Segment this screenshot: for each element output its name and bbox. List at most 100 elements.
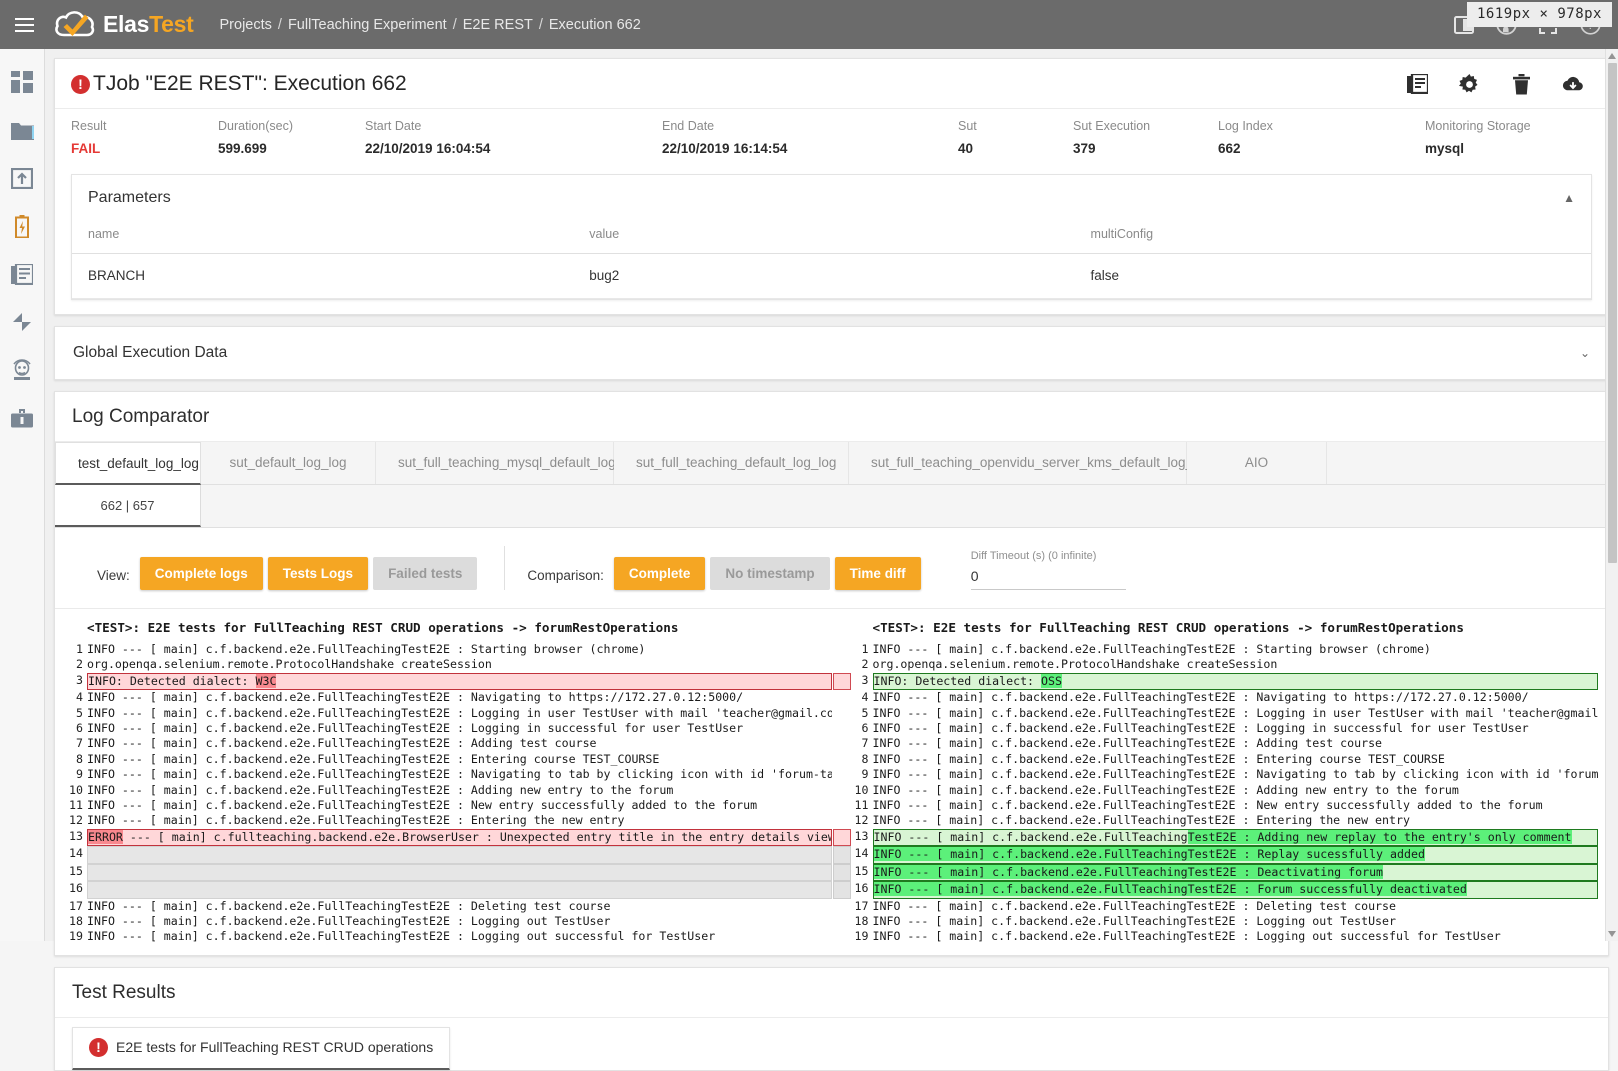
toolbox-icon[interactable] bbox=[9, 405, 35, 431]
test-results-card: Test Results ! E2E tests for FullTeachin… bbox=[54, 967, 1609, 1071]
cloud-download-icon[interactable] bbox=[1562, 73, 1584, 95]
global-execution-data-header[interactable]: Global Execution Data ⌄ bbox=[55, 327, 1608, 379]
meta-log-index: Log Index 662 bbox=[1218, 119, 1425, 156]
tests-logs-button[interactable]: Tests Logs bbox=[268, 557, 368, 590]
diff-timeout-group: Diff Timeout (s) (0 infinite) bbox=[971, 550, 1126, 590]
log-line: INFO --- [ main] c.f.backend.e2e.FullTea… bbox=[87, 752, 832, 767]
tab-sut-full-teaching-mysql[interactable]: sut_full_teaching_mysql_default_log_log bbox=[376, 442, 614, 484]
diff-header-right: <TEST>: E2E tests for FullTeaching REST … bbox=[833, 617, 1599, 642]
vertical-scrollbar[interactable] bbox=[1605, 49, 1618, 941]
meta-result: Result FAIL bbox=[71, 119, 218, 156]
meta-value: 599.699 bbox=[218, 141, 365, 156]
meta-value: 22/10/2019 16:04:54 bbox=[365, 141, 662, 156]
comparison-no-timestamp-button[interactable]: No timestamp bbox=[710, 557, 829, 590]
menu-toggle-button[interactable] bbox=[0, 0, 48, 49]
log-line: INFO --- [ main] c.f.backend.e2e.FullTea… bbox=[873, 929, 1599, 944]
diff-lines-right: 1INFO --- [ main] c.f.backend.e2e.FullTe… bbox=[833, 642, 1599, 945]
chevron-up-icon[interactable]: ▲ bbox=[1563, 191, 1575, 205]
report-icon[interactable] bbox=[1406, 73, 1428, 95]
line-number: 11 bbox=[65, 798, 87, 813]
diff-gutter-marker bbox=[833, 929, 851, 944]
comparison-time-diff-button[interactable]: Time diff bbox=[835, 557, 921, 590]
tab-sut-full-teaching-default[interactable]: sut_full_teaching_default_log_log bbox=[614, 442, 849, 484]
line-number: 18 bbox=[65, 914, 87, 929]
line-number: 12 bbox=[65, 813, 87, 828]
elastest-cloud-icon bbox=[54, 8, 96, 42]
execution-title-bar: ! TJob "E2E REST": Execution 662 bbox=[55, 59, 1608, 109]
upload-icon[interactable] bbox=[9, 165, 35, 191]
test-results-tabs: ! E2E tests for FullTeaching REST CRUD o… bbox=[55, 1018, 1608, 1070]
test-results-tab-e2e[interactable]: ! E2E tests for FullTeaching REST CRUD o… bbox=[72, 1027, 450, 1070]
diff-timeout-label: Diff Timeout (s) (0 infinite) bbox=[971, 550, 1126, 562]
log-line: INFO --- [ main] c.f.backend.e2e.FullTea… bbox=[873, 767, 1599, 782]
line-number: 16 bbox=[65, 881, 87, 898]
brand-logo-area[interactable]: ElasTest bbox=[54, 8, 194, 42]
folder-icon[interactable] bbox=[9, 117, 35, 143]
log-line: INFO --- [ main] c.f.backend.e2e.FullTea… bbox=[873, 881, 1599, 898]
breadcrumb-item-projects[interactable]: Projects bbox=[220, 17, 272, 33]
tab-sut-default-log[interactable]: sut_default_log_log bbox=[201, 442, 376, 484]
einstein-icon[interactable] bbox=[9, 357, 35, 383]
scroll-down-arrow-icon[interactable] bbox=[1608, 931, 1616, 937]
logs-icon[interactable] bbox=[9, 261, 35, 287]
breadcrumb-item-project[interactable]: FullTeaching Experiment bbox=[288, 17, 447, 33]
meta-label: Sut bbox=[958, 119, 1073, 133]
status-badge: FAIL bbox=[71, 141, 218, 156]
meta-value: 662 bbox=[1218, 141, 1425, 156]
viewport-dimension-badge: 1619px × 978px bbox=[1467, 2, 1612, 27]
meta-sut: Sut 40 bbox=[958, 119, 1073, 156]
diff-line-removed: 13ERROR --- [ main] c.fullteaching.backe… bbox=[65, 829, 832, 846]
tab-test-default-log[interactable]: test_default_log_log bbox=[55, 442, 201, 485]
diff-line-blank: 15 bbox=[65, 864, 832, 881]
parameters-panel: Parameters ▲ name value multiConfig BRAN… bbox=[71, 174, 1592, 300]
top-navigation-bar: ElasTest Projects / FullTeaching Experim… bbox=[0, 0, 1618, 49]
energy-icon[interactable] bbox=[9, 213, 35, 239]
breadcrumb-separator: / bbox=[278, 17, 282, 33]
gear-icon[interactable] bbox=[1458, 73, 1480, 95]
diff-gutter-marker bbox=[833, 690, 851, 705]
diff-highlight: INFO --- [ main] c.f.backend.e2e.FullTea… bbox=[874, 865, 1384, 879]
parameters-header[interactable]: Parameters ▲ bbox=[72, 175, 1591, 219]
meta-value: mysql bbox=[1425, 141, 1531, 156]
log-line: INFO --- [ main] c.f.backend.e2e.FullTea… bbox=[873, 813, 1599, 828]
breadcrumb-item-tjob[interactable]: E2E REST bbox=[463, 17, 533, 33]
scroll-up-arrow-icon[interactable] bbox=[1608, 53, 1616, 59]
log-line: INFO --- [ main] c.f.backend.e2e.FullTea… bbox=[87, 798, 832, 813]
diff-highlight: INFO --- [ main] c.f.backend.e2e.FullTea… bbox=[874, 882, 1467, 896]
log-line: INFO --- [ main] c.f.backend.e2e.FullTea… bbox=[873, 899, 1599, 914]
tab-sut-full-teaching-openvidu[interactable]: sut_full_teaching_openvidu_server_kms_de… bbox=[849, 442, 1187, 484]
hamburger-line bbox=[15, 18, 34, 20]
line-number: 1 bbox=[65, 642, 87, 657]
trash-icon[interactable] bbox=[1510, 73, 1532, 95]
scrollbar-thumb[interactable] bbox=[1608, 63, 1617, 563]
lightning-icon[interactable] bbox=[9, 309, 35, 335]
dashboard-icon[interactable] bbox=[9, 69, 35, 95]
subtab-662-657[interactable]: 662 | 657 bbox=[55, 485, 201, 527]
log-line: ERROR --- [ main] c.fullteaching.backend… bbox=[87, 829, 832, 846]
line-number: 14 bbox=[65, 846, 87, 863]
breadcrumb-item-execution[interactable]: Execution 662 bbox=[549, 17, 641, 33]
diff-timeout-input[interactable] bbox=[971, 566, 1126, 590]
meta-label: Monitoring Storage bbox=[1425, 119, 1531, 133]
meta-value: 40 bbox=[958, 141, 1073, 156]
diff-line-added: 13INFO --- [ main] c.f.backend.e2e.FullT… bbox=[833, 829, 1599, 846]
log-line: INFO --- [ main] c.f.backend.e2e.FullTea… bbox=[873, 798, 1599, 813]
cell-multiconfig: false bbox=[1075, 254, 1591, 299]
failed-tests-button[interactable]: Failed tests bbox=[373, 557, 477, 590]
column-name: name bbox=[72, 219, 573, 254]
line-number: 4 bbox=[851, 690, 873, 705]
global-execution-data-card[interactable]: Global Execution Data ⌄ bbox=[54, 326, 1609, 380]
log-text: INFO: Detected dialect: bbox=[874, 674, 1042, 688]
line-number: 5 bbox=[851, 706, 873, 721]
line-number: 19 bbox=[65, 929, 87, 944]
line-number: 10 bbox=[851, 783, 873, 798]
chevron-down-icon[interactable]: ⌄ bbox=[1580, 346, 1590, 360]
log-line: INFO --- [ main] c.f.backend.e2e.FullTea… bbox=[87, 899, 832, 914]
log-line bbox=[87, 846, 832, 863]
tab-aio[interactable]: AIO bbox=[1187, 442, 1327, 484]
log-line bbox=[87, 864, 832, 881]
log-line: INFO --- [ main] c.f.backend.e2e.FullTea… bbox=[87, 783, 832, 798]
line-number: 9 bbox=[851, 767, 873, 782]
comparison-complete-button[interactable]: Complete bbox=[614, 557, 706, 590]
complete-logs-button[interactable]: Complete logs bbox=[140, 557, 263, 590]
